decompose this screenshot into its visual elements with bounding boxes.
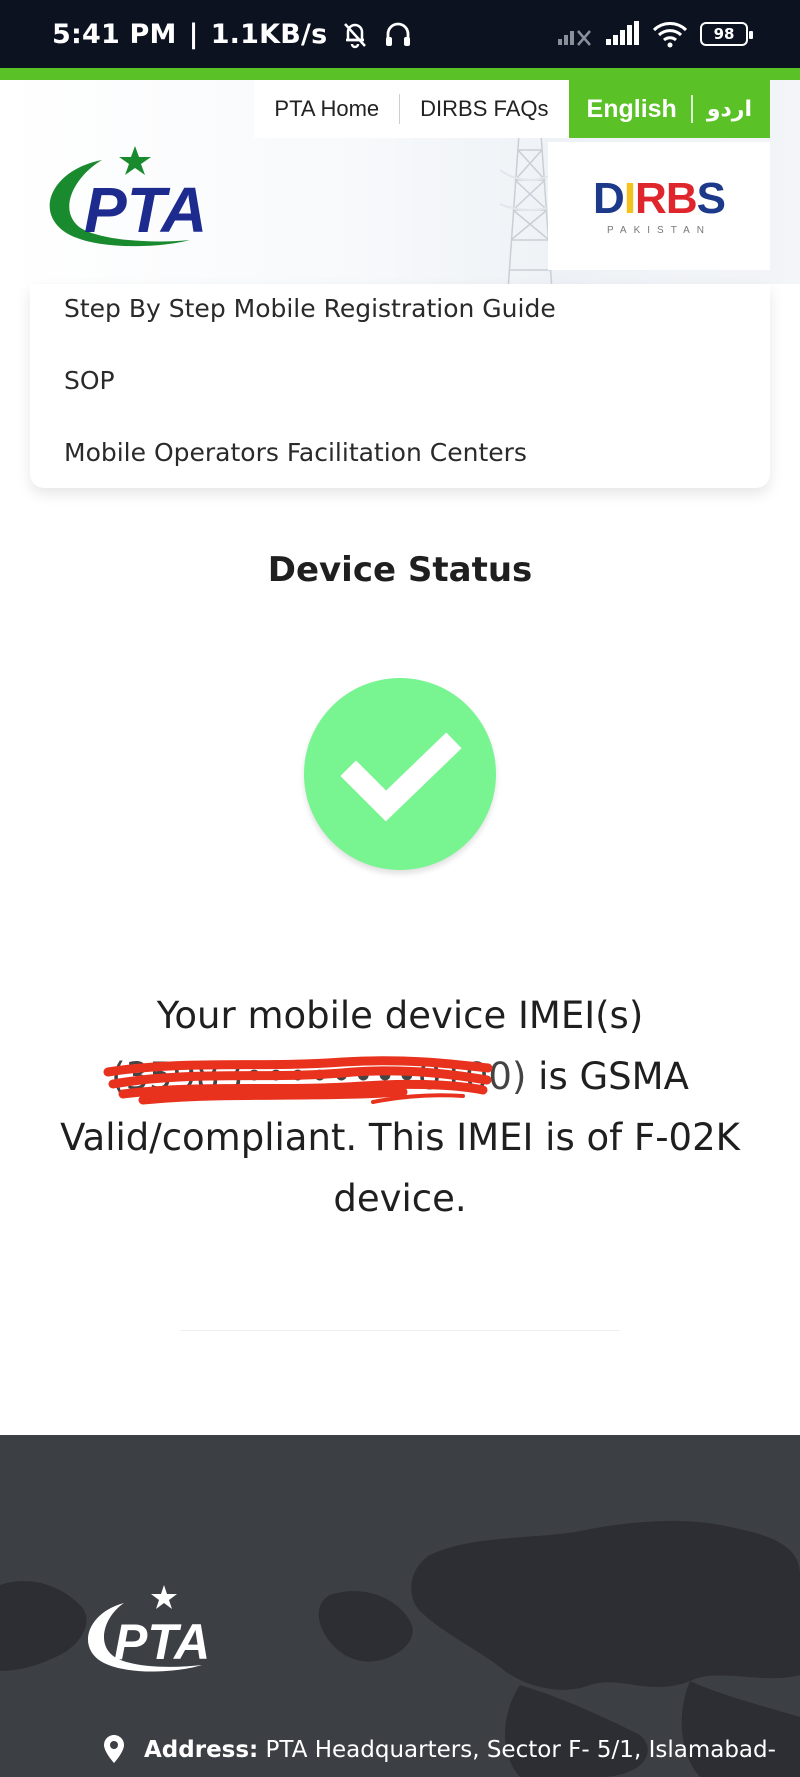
dirbs-logo-subtitle: PAKISTAN [607, 224, 711, 236]
footer-pta-logo[interactable]: PTA [80, 1583, 240, 1683]
nav-pta-home-link[interactable]: PTA Home [254, 80, 399, 138]
dirbs-letter-s: S [696, 173, 726, 223]
status-bar: 5:41 PM | 1.1KB/s 98 [0, 0, 800, 68]
brand-strip [0, 68, 800, 80]
lang-english-button[interactable]: English [587, 95, 677, 124]
network-speed: 1.1KB/s [210, 18, 328, 50]
menu-item-facilitation-centers[interactable]: Mobile Operators Facilitation Centers [64, 438, 527, 467]
footer-pta-logo-graphic: PTA [87, 1585, 210, 1672]
menu-item-registration-guide[interactable]: Step By Step Mobile Registration Guide [64, 294, 556, 323]
status-msg-line-1: Your mobile device IMEI(s) [156, 994, 644, 1037]
signal-off-icon [558, 21, 594, 47]
imei-value-redacted: (35983••••••••0100) [103, 1046, 527, 1107]
footer-logo-text: PTA [114, 1614, 210, 1670]
site-footer: PTA Address: PTA Headquarters, Sector F-… [0, 1435, 800, 1777]
top-nav: PTA Home DIRBS FAQs English اردو [254, 80, 770, 138]
nav-dirbs-faqs-link[interactable]: DIRBS FAQs [400, 80, 568, 138]
dirbs-letter-d: D [593, 173, 625, 223]
nav-dropdown-menu: Step By Step Mobile Registration Guide S… [30, 284, 770, 488]
pta-logo-text: PTA [84, 174, 207, 246]
device-status-message: Your mobile device IMEI(s) (35983•••••••… [40, 985, 760, 1229]
checkmark-graphic [340, 732, 462, 822]
dirbs-letter-r: R [635, 173, 667, 223]
menu-item-sop[interactable]: SOP [64, 366, 115, 395]
status-right: 98 [558, 20, 753, 48]
headphones-icon [383, 19, 413, 49]
address-text: Address: PTA Headquarters, Sector F- 5/1… [144, 1727, 784, 1777]
status-left: 5:41 PM | 1.1KB/s [52, 18, 413, 50]
page: 5:41 PM | 1.1KB/s 98 PTA Home DIRBS FAQs… [0, 0, 800, 1777]
imei-text: (35983••••••••0100) [111, 1055, 527, 1098]
dirbs-letter-b: B [665, 173, 698, 223]
status-msg-line-3: Valid/compliant. This IMEI is of F-02K [60, 1116, 740, 1159]
muted-bell-icon [339, 18, 371, 50]
location-pin-icon [104, 1735, 124, 1763]
pta-logo-graphic: PTA [49, 146, 207, 247]
clock: 5:41 PM [52, 18, 177, 50]
language-switcher: English اردو [568, 80, 770, 138]
success-check-icon [304, 678, 496, 870]
footer-address: Address: PTA Headquarters, Sector F- 5/1… [104, 1727, 784, 1777]
lang-urdu-button[interactable]: اردو [707, 97, 752, 122]
status-msg-line-4: device. [333, 1177, 467, 1220]
dirbs-logo-word: D I R B S [593, 173, 726, 223]
dirbs-logo[interactable]: D I R B S PAKISTAN [548, 142, 770, 270]
pta-logo[interactable]: PTA [40, 140, 240, 260]
device-status-title: Device Status [267, 550, 533, 590]
status-msg-line-2-rest: is GSMA [526, 1055, 689, 1098]
address-label: Address: [144, 1737, 259, 1763]
battery-icon: 98 [700, 22, 753, 46]
signal-icon [606, 21, 640, 47]
content-divider [180, 1330, 620, 1331]
lang-separator [690, 95, 693, 123]
dirbs-letter-i: I [623, 173, 636, 223]
status-msg-line-2: (35983••••••••0100) is GSMA [40, 1046, 760, 1107]
wifi-icon [652, 20, 688, 48]
status-separator: | [188, 18, 199, 50]
site-header: PTA Home DIRBS FAQs English اردو PTA D I… [0, 80, 800, 284]
